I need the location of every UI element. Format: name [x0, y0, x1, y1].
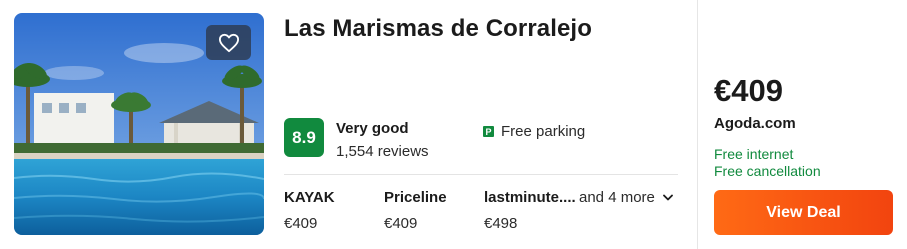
amenity-free-parking: P Free parking [483, 123, 585, 140]
more-providers-label: and 4 more [579, 189, 655, 206]
provider-name: KAYAK [284, 189, 335, 206]
view-deal-button[interactable]: View Deal [714, 190, 893, 235]
provider-price: €409 [284, 215, 318, 232]
provider-lastminute[interactable]: lastminute.... €498 [484, 189, 576, 232]
heart-icon [218, 33, 239, 52]
provider-price: €409 [384, 215, 418, 232]
divider [284, 174, 678, 175]
review-score-badge: 8.9 [284, 118, 324, 157]
deal-price: €409 [714, 73, 783, 108]
perk-free-cancellation: Free cancellation [714, 163, 821, 179]
more-providers-toggle[interactable]: and 4 more [579, 189, 673, 206]
rating-label: Very good [336, 120, 409, 137]
amenity-label: Free parking [501, 123, 586, 140]
chevron-down-icon [662, 194, 673, 201]
provider-name: lastminute.... [484, 189, 576, 206]
column-divider [697, 0, 698, 249]
provider-name: Priceline [384, 189, 447, 206]
provider-price: €498 [484, 215, 518, 232]
hotel-name[interactable]: Las Marismas de Corralejo [284, 15, 592, 43]
parking-icon: P [483, 126, 494, 137]
favorite-button[interactable] [206, 25, 251, 60]
hotel-result-card: Las Marismas de Corralejo 8.9 Very good … [0, 0, 907, 249]
provider-kayak[interactable]: KAYAK €409 [284, 189, 335, 232]
review-count[interactable]: 1,554 reviews [336, 143, 429, 160]
provider-priceline[interactable]: Priceline €409 [384, 189, 447, 232]
hotel-photo[interactable] [14, 13, 264, 235]
deal-site: Agoda.com [714, 115, 796, 132]
perk-free-internet: Free internet [714, 146, 794, 162]
